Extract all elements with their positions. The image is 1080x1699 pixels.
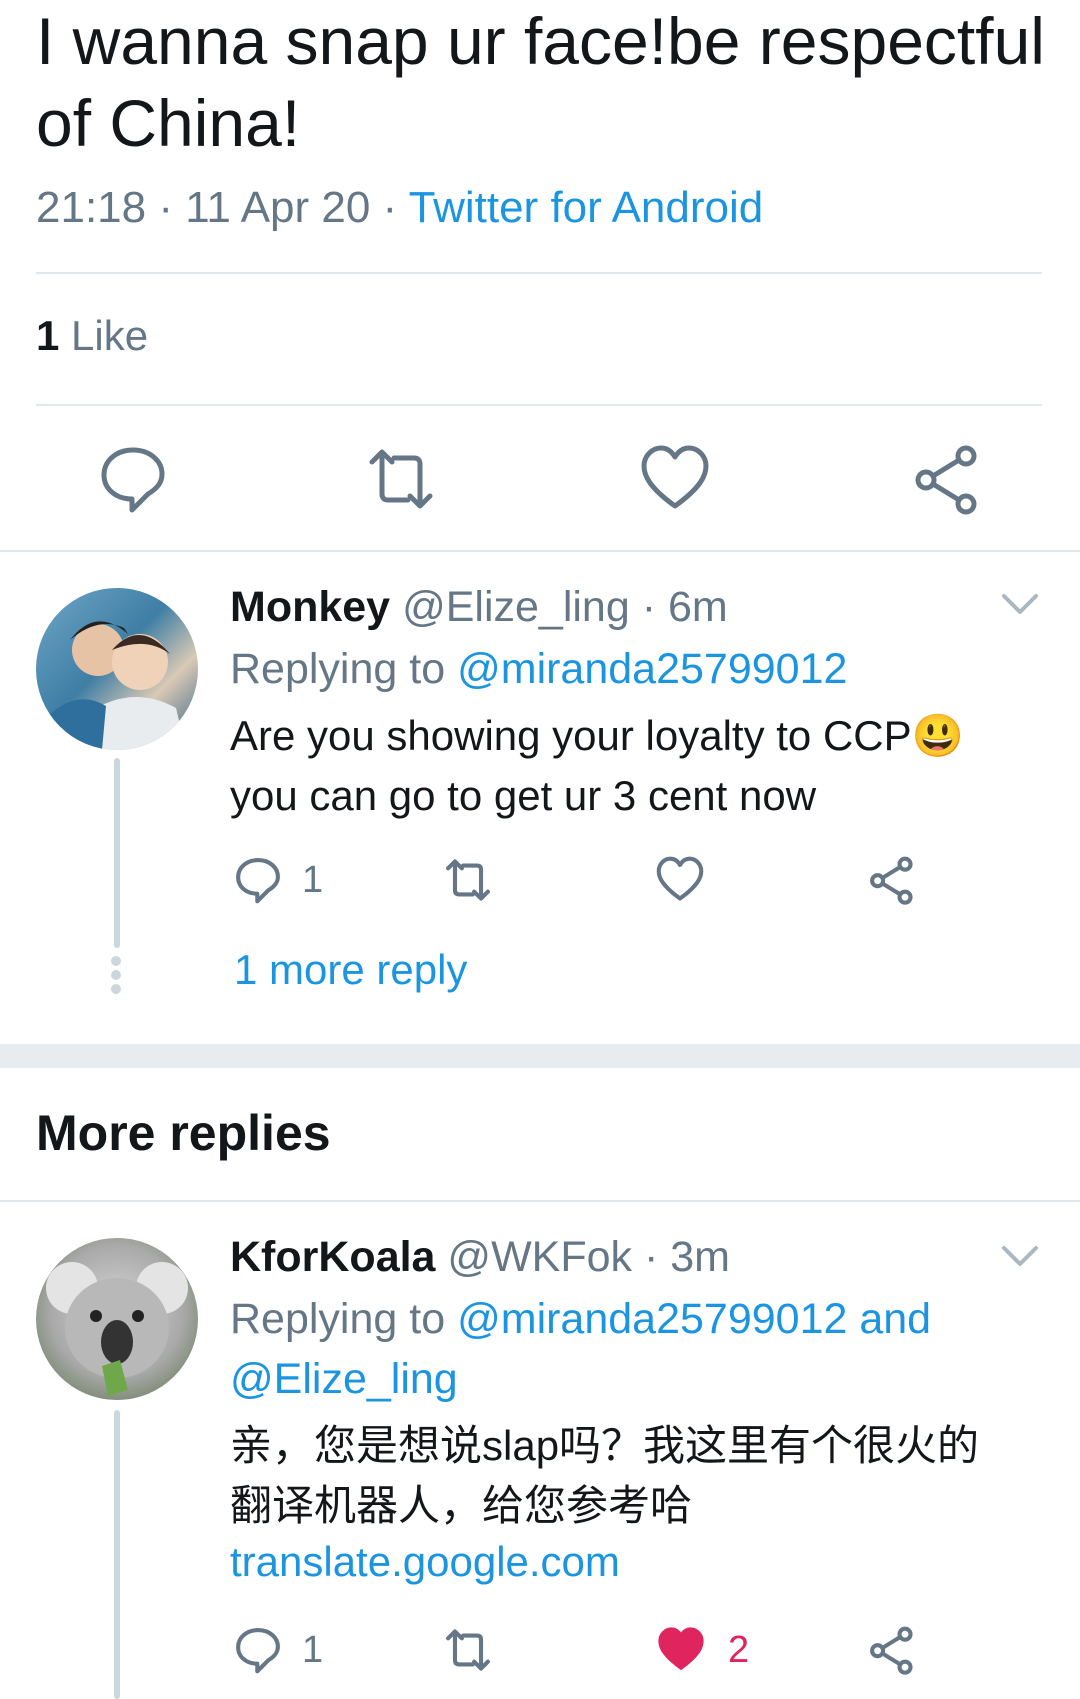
divider: [36, 272, 1042, 274]
divider: [36, 404, 1042, 406]
replying-to: Replying to @miranda25799012 and: [230, 1290, 931, 1348]
heart-icon: [641, 445, 709, 509]
like-button[interactable]: 2: [656, 1626, 749, 1674]
reply-button[interactable]: [98, 444, 168, 519]
share-icon: [870, 856, 913, 905]
reply-icon: [101, 447, 165, 513]
reply-icon: [236, 858, 280, 904]
heart-icon: [656, 856, 704, 901]
avatar[interactable]: [36, 1238, 198, 1400]
reply-button[interactable]: 1: [234, 1626, 323, 1674]
more-replies-heading: More replies: [36, 1105, 331, 1161]
retweet-icon: [446, 859, 490, 901]
avatar[interactable]: [36, 588, 198, 750]
retweet-icon: [446, 1629, 490, 1671]
likes-count: 1: [36, 312, 60, 359]
author-handle[interactable]: @Elize_ling: [402, 583, 630, 631]
chevron-down-icon: [1002, 1246, 1038, 1266]
chevron-down-icon: [1002, 594, 1038, 614]
thread-dots: [111, 956, 123, 994]
tweet-date: 11 Apr 20: [185, 183, 371, 232]
thread-line: [114, 758, 120, 948]
reply-header: Monkey @Elize_ling · 6m: [230, 578, 728, 636]
author-name[interactable]: KforKoala: [230, 1233, 435, 1281]
reply-time: · 3m: [643, 1233, 730, 1281]
reply-text-line: 亲，您是想说slap吗？我这里有个很火的: [230, 1422, 980, 1469]
reply-header: KforKoala @WKFok · 3m: [230, 1228, 730, 1286]
tweet-meta: 21:18 · 11 Apr 20 · Twitter for Android: [36, 183, 764, 232]
like-button[interactable]: [656, 856, 704, 909]
more-options-button[interactable]: [1000, 592, 1040, 623]
reply-text-line: you can go to get ur 3 cent now: [230, 772, 817, 819]
reply-link[interactable]: translate.google.com: [230, 1538, 620, 1586]
reply-icon: [236, 1628, 280, 1674]
replying-to: Replying to @miranda25799012: [230, 640, 847, 698]
reply-time: · 6m: [641, 583, 728, 631]
share-icon: [870, 1626, 913, 1675]
retweet-button[interactable]: [366, 444, 436, 519]
more-options-button[interactable]: [1000, 1244, 1040, 1275]
tweet-time: 21:18: [36, 183, 147, 232]
replying-to-link[interactable]: @miranda25799012 and: [457, 1295, 931, 1343]
reply-count: 1: [302, 858, 324, 901]
replying-to-link[interactable]: @miranda25799012: [457, 645, 847, 693]
likes-label: Like: [71, 312, 149, 359]
divider: [0, 1200, 1080, 1202]
reply-text-line: Are you showing your loyalty to CCP😃: [230, 712, 964, 759]
reply-text-line: 翻译机器人，给您参考哈: [230, 1482, 693, 1529]
author-handle[interactable]: @WKFok: [447, 1233, 632, 1281]
avatar-photo: [46, 621, 186, 750]
replying-prefix: Replying to: [230, 1295, 446, 1343]
share-button[interactable]: [868, 856, 916, 909]
heart-filled-icon: [658, 1627, 704, 1670]
like-button[interactable]: [640, 444, 710, 519]
share-button[interactable]: [912, 444, 982, 519]
share-icon: [915, 445, 977, 515]
more-replies-link[interactable]: 1 more reply: [234, 946, 467, 994]
avatar-photo: [46, 1262, 188, 1396]
likes-summary[interactable]: 1 Like: [36, 312, 148, 360]
replying-prefix: Replying to: [230, 645, 446, 693]
divider: [0, 550, 1080, 552]
tweet-text: I wanna snap ur face!be respectful of Ch…: [36, 4, 1045, 160]
like-count: 2: [728, 1628, 750, 1671]
tweet-source-link[interactable]: Twitter for Android: [409, 183, 764, 232]
thread-line: [114, 1410, 120, 1699]
reply-button[interactable]: 1: [234, 856, 323, 904]
section-separator: [0, 1044, 1080, 1068]
reply-count: 1: [302, 1628, 324, 1671]
author-name[interactable]: Monkey: [230, 583, 390, 631]
retweet-button[interactable]: [444, 856, 492, 909]
retweet-button[interactable]: [444, 1626, 492, 1679]
share-button[interactable]: [868, 1626, 916, 1679]
replying-to-link[interactable]: @Elize_ling: [230, 1350, 458, 1408]
retweet-icon: [369, 449, 433, 509]
